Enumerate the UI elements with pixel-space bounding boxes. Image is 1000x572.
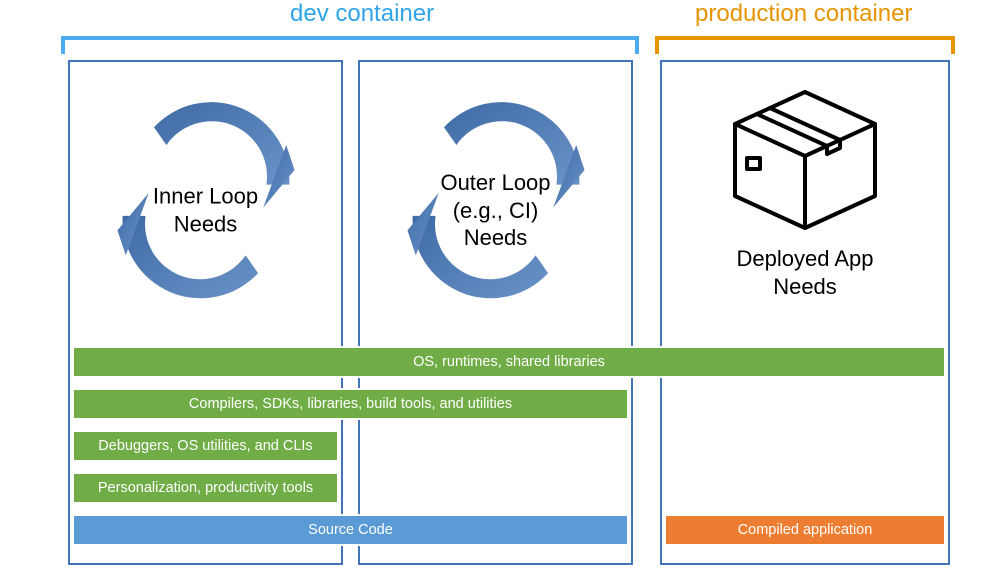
diagram-canvas: dev container production container Inne <box>0 0 1000 572</box>
dev-container-label: dev container <box>290 0 434 28</box>
layer-os-runtimes: OS, runtimes, shared libraries <box>72 346 946 378</box>
layer-compiled-app: Compiled application <box>664 514 946 546</box>
inner-loop-cycle-icon: Inner LoopNeeds <box>81 70 331 320</box>
outer-loop-title: Outer Loop(e.g., CI)Needs <box>416 169 576 252</box>
prod-container-label: production container <box>695 0 912 28</box>
production-column: Deployed AppNeeds <box>660 60 950 565</box>
dev-bracket <box>61 36 639 54</box>
inner-loop-title: Inner LoopNeeds <box>126 183 286 238</box>
prod-bracket <box>655 36 955 54</box>
layer-compilers-sdks: Compilers, SDKs, libraries, build tools,… <box>72 388 629 420</box>
layer-debuggers: Debuggers, OS utilities, and CLIs <box>72 430 339 462</box>
layer-source-code: Source Code <box>72 514 629 546</box>
outer-loop-column: Outer Loop(e.g., CI)Needs <box>358 60 633 565</box>
deployed-app-title: Deployed AppNeeds <box>715 245 895 300</box>
layer-personalization: Personalization, productivity tools <box>72 472 339 504</box>
outer-loop-cycle-icon: Outer Loop(e.g., CI)Needs <box>371 70 621 320</box>
package-box-icon <box>725 84 885 234</box>
